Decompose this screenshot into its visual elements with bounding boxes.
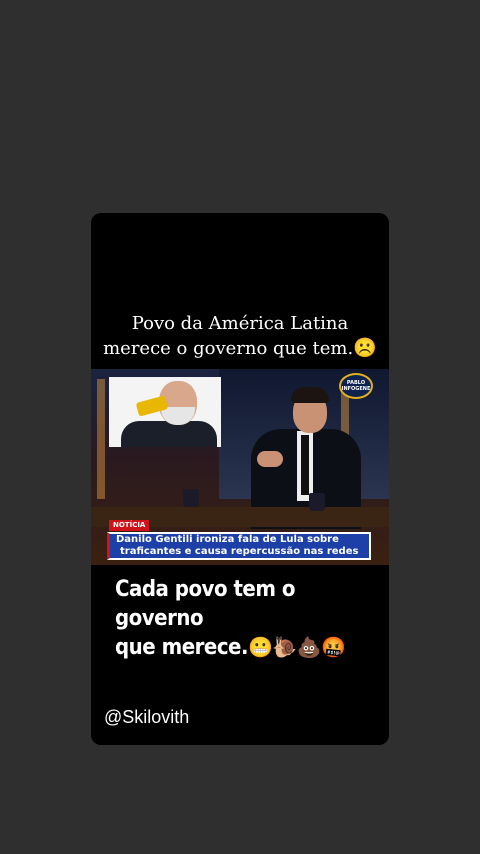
caption-line-1: Povo da América Latina xyxy=(131,313,349,334)
author-handle[interactable]: @Skilovith xyxy=(104,707,189,728)
inset-photo xyxy=(109,377,221,447)
caption-line-2: merece o governo que tem. xyxy=(103,338,354,359)
story-card[interactable]: Povo da América Latina merece o governo … xyxy=(91,213,389,745)
sad-face-emoji: ☹️ xyxy=(353,337,377,359)
sticker-line-1: Cada povo tem o governo xyxy=(115,577,295,631)
video-frame[interactable]: PABLO INFOGENE NOTÍCIA Danilo Gentili ir… xyxy=(91,369,389,565)
host-hand xyxy=(257,451,283,467)
studio-light xyxy=(97,379,105,499)
text-sticker: Cada povo tem o governo que merece.😬🐌💩🤬 xyxy=(115,575,385,662)
post-caption: Povo da América Latina merece o governo … xyxy=(91,311,389,361)
news-headline: Danilo Gentili ironiza fala de Lula sobr… xyxy=(107,532,371,560)
sticker-emojis: 😬🐌💩🤬 xyxy=(248,635,346,659)
mug xyxy=(309,493,325,511)
mug xyxy=(183,489,199,507)
headline-line-2: traficantes e causa repercussão nas rede… xyxy=(120,546,359,557)
news-tag: NOTÍCIA xyxy=(109,520,150,531)
inset-suit xyxy=(121,421,217,447)
host-tie xyxy=(301,435,309,495)
sticker-line-2: que merece. xyxy=(115,635,249,660)
headline-line-1: Danilo Gentili ironiza fala de Lula sobr… xyxy=(116,534,339,545)
host-hair xyxy=(291,387,329,403)
channel-logo: PABLO INFOGENE xyxy=(339,373,373,399)
